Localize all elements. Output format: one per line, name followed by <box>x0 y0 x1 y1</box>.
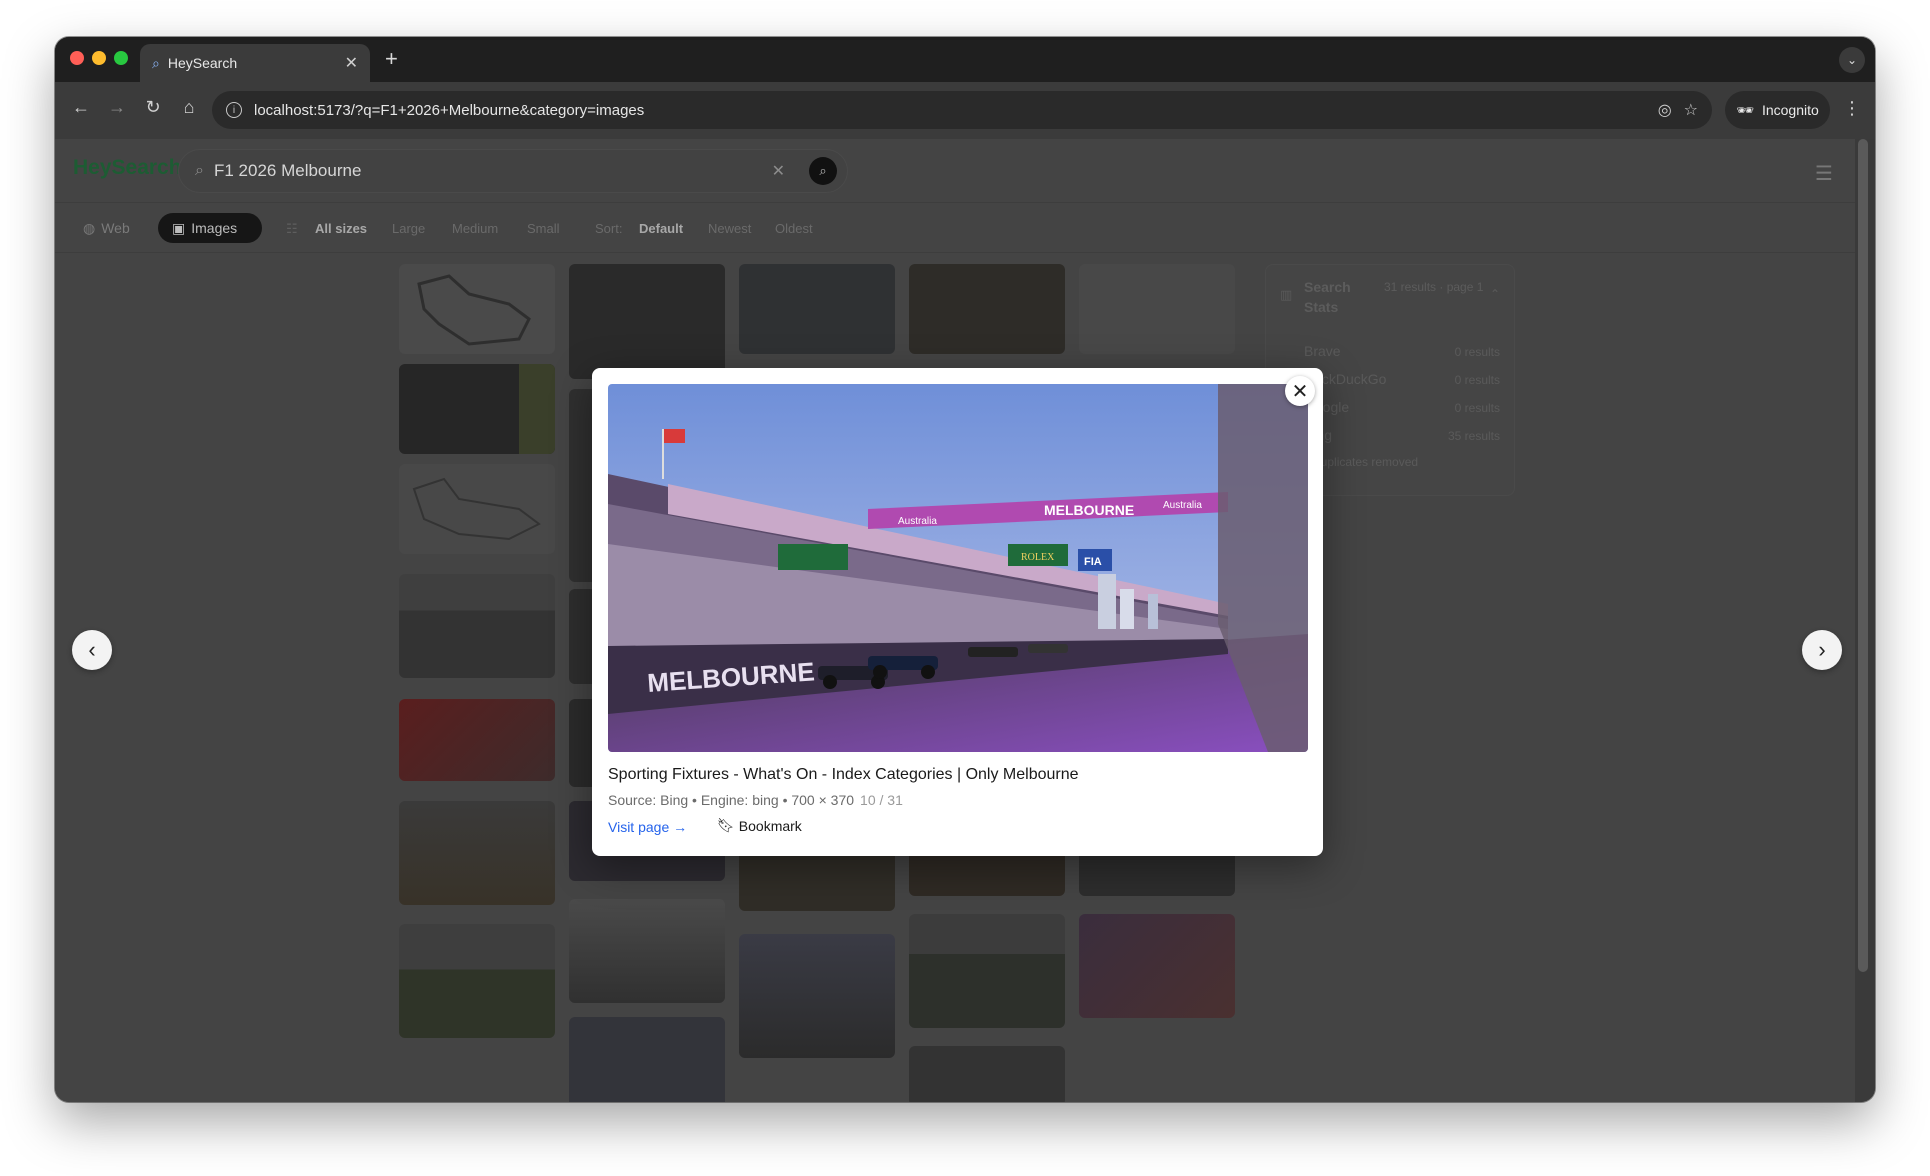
image-thumbnail[interactable] <box>399 801 555 905</box>
image-thumbnail[interactable] <box>569 1017 725 1102</box>
banner-left-text: Australia <box>898 516 937 527</box>
image-thumbnail[interactable] <box>569 264 725 379</box>
bookmark-button[interactable]: 🔖︎ Bookmark <box>717 817 802 834</box>
minimize-window-button[interactable] <box>92 51 106 65</box>
incognito-label: Incognito <box>1761 102 1819 118</box>
next-image-button[interactable]: › <box>1802 630 1842 670</box>
star-icon[interactable]: ☆ <box>1684 100 1698 120</box>
visit-page-link[interactable]: Visit page → <box>608 819 687 835</box>
image-thumbnail[interactable] <box>909 1046 1065 1102</box>
engine-results: 0 results <box>1454 345 1500 359</box>
bookmark-icon: 🔖︎ <box>717 817 735 833</box>
image-thumbnail[interactable] <box>399 464 555 554</box>
sponsor-text: ROLEX <box>1021 552 1055 563</box>
search-box[interactable]: ⌕ F1 2026 Melbourne ✕ ⌕ <box>178 149 848 193</box>
tab-images[interactable]: ▣ Images <box>158 213 262 243</box>
size-large[interactable]: Large <box>392 221 425 236</box>
image-lightbox: MELBOURNE Australia MELBOURNE Australia … <box>592 368 1323 856</box>
image-thumbnail[interactable] <box>739 264 895 354</box>
size-medium[interactable]: Medium <box>452 221 498 236</box>
app-logo[interactable]: HeySearch <box>73 156 182 180</box>
new-tab-button[interactable]: + <box>385 46 398 72</box>
tab-web[interactable]: ◍ Web <box>69 213 144 243</box>
lightbox-meta: Source: Bing • Engine: bing • 700 × 370 1… <box>608 792 903 808</box>
reload-icon[interactable]: ↻ <box>139 97 167 118</box>
size-small[interactable]: Small <box>527 221 560 236</box>
lightbox-title: Sporting Fixtures - What's On - Index Ca… <box>608 766 1079 783</box>
image-thumbnail[interactable] <box>399 699 555 781</box>
maximize-window-button[interactable] <box>114 51 128 65</box>
image-thumbnail[interactable] <box>399 924 555 1038</box>
tab-title: HeySearch <box>167 55 238 71</box>
close-window-button[interactable] <box>70 51 84 65</box>
incognito-badge[interactable]: 🕶 Incognito <box>1725 91 1830 129</box>
back-arrow-icon[interactable]: ← <box>67 97 95 118</box>
engine-results: 0 results <box>1454 373 1500 387</box>
clear-search-icon[interactable]: ✕ <box>772 161 785 181</box>
previous-image-button[interactable]: ‹ <box>72 630 112 670</box>
address-url[interactable]: localhost:5173/?q=F1+2026+Melbourne&cate… <box>254 102 1646 119</box>
browser-toolbar: ← → ↻ ⌂ i localhost:5173/?q=F1+2026+Melb… <box>55 82 1875 139</box>
banner-right-text: Australia <box>1163 500 1202 511</box>
browser-tab[interactable]: ⌕ HeySearch ✕ <box>140 44 370 82</box>
image-thumbnail[interactable] <box>909 914 1065 1028</box>
lightbox-image: MELBOURNE Australia MELBOURNE Australia … <box>608 384 1308 752</box>
image-icon: ▣ <box>172 219 186 236</box>
search-input[interactable]: F1 2026 Melbourne <box>214 161 762 181</box>
home-icon[interactable]: ⌂ <box>175 97 203 118</box>
image-thumbnail[interactable] <box>569 899 725 1003</box>
lightbox-counter: 10 / 31 <box>860 792 903 808</box>
address-bar[interactable]: i localhost:5173/?q=F1+2026+Melbourne&ca… <box>212 91 1712 129</box>
sort-newest[interactable]: Newest <box>708 221 751 236</box>
site-info-icon[interactable]: i <box>226 102 242 118</box>
bar-chart-icon: ▥ <box>1280 287 1293 302</box>
incognito-icon: 🕶 <box>1736 101 1754 118</box>
sort-label: Sort: <box>595 221 623 236</box>
banner-center-text: MELBOURNE <box>1044 502 1134 518</box>
tab-search-chevron-icon[interactable]: ⌄ <box>1839 47 1865 73</box>
engine-name: Brave <box>1304 343 1341 359</box>
engine-results: 35 results <box>1447 429 1500 443</box>
tab-close-icon[interactable]: ✕ <box>345 53 358 73</box>
close-lightbox-button[interactable]: ✕ <box>1285 376 1315 406</box>
fia-text: FIA <box>1084 556 1102 568</box>
tab-web-label: Web <box>101 220 130 236</box>
size-all[interactable]: All sizes <box>315 221 367 236</box>
engine-results: 0 results <box>1454 401 1500 415</box>
sort-oldest[interactable]: Oldest <box>775 221 813 236</box>
bookmark-label: Bookmark <box>738 817 802 834</box>
stats-title: Search Stats <box>1304 279 1351 315</box>
image-thumbnail[interactable] <box>1079 914 1235 1018</box>
scrollbar-thumb[interactable] <box>1858 139 1868 972</box>
image-thumbnail[interactable] <box>399 574 555 678</box>
app-header: HeySearch ⌕ F1 2026 Melbourne ✕ ⌕ ☰ <box>55 139 1855 203</box>
search-icon: ⌕ <box>152 54 160 71</box>
search-icon: ⌕ <box>195 162 204 179</box>
image-thumbnail[interactable] <box>739 934 895 1058</box>
forward-arrow-icon[interactable]: → <box>103 97 131 118</box>
stats-subtitle: 31 results · page 1 <box>1384 280 1484 294</box>
search-submit-button[interactable]: ⌕ <box>809 157 837 185</box>
chevron-up-icon[interactable]: ⌃ <box>1490 287 1500 301</box>
tab-images-label: Images <box>191 220 238 236</box>
image-thumbnail[interactable] <box>909 264 1065 354</box>
image-thumbnail[interactable] <box>1079 264 1235 354</box>
sort-default[interactable]: Default <box>639 221 683 236</box>
menu-icon[interactable]: ☰ <box>1815 161 1833 186</box>
filter-bar: ◍ Web ▣ Images ☷ All sizes Large Medium … <box>55 203 1855 253</box>
image-thumbnail[interactable] <box>399 264 555 354</box>
browser-menu-icon[interactable]: ⋮ <box>1843 98 1861 119</box>
globe-icon: ◍ <box>83 219 96 236</box>
tab-strip: ⌕ HeySearch ✕ + ⌄ <box>55 37 1875 82</box>
image-thumbnail[interactable] <box>399 364 555 454</box>
filter-sliders-icon: ☷ <box>286 221 298 236</box>
eye-off-icon[interactable]: ◎ <box>1658 100 1672 120</box>
lightbox-source-meta: Source: Bing • Engine: bing • 700 × 370 <box>608 792 855 808</box>
